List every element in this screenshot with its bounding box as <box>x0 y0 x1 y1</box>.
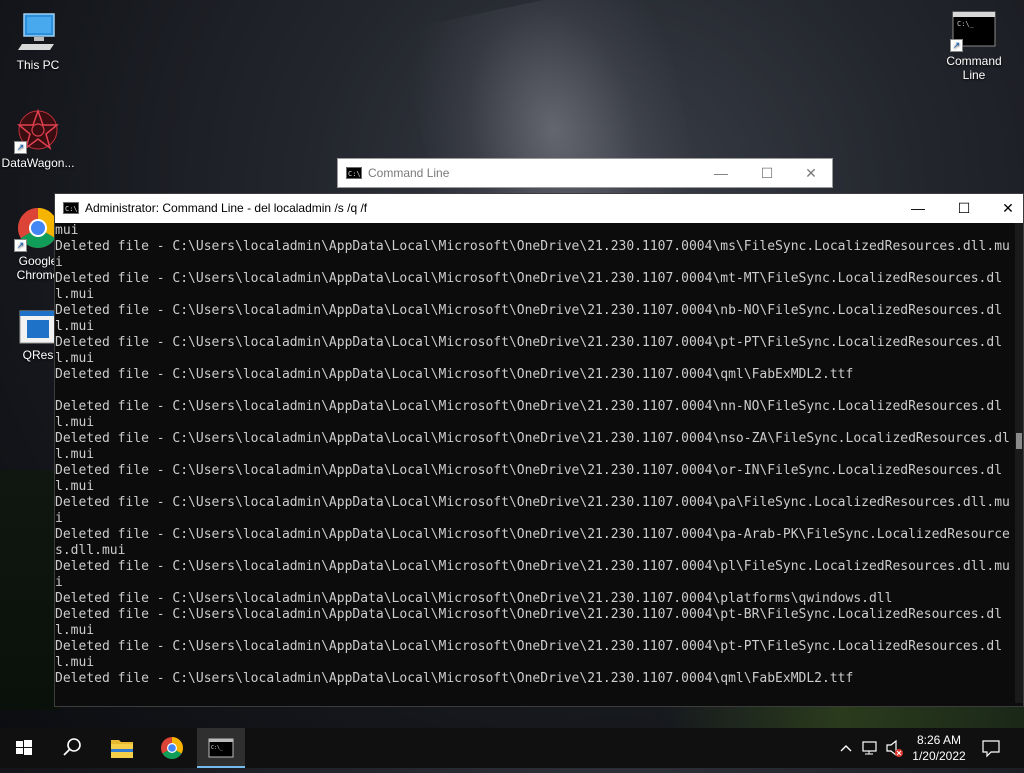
console-line: Deleted file - C:\Users\localadmin\AppDa… <box>55 271 1003 302</box>
console-line: Deleted file - C:\Users\localadmin\AppDa… <box>55 399 1003 430</box>
maximize-button[interactable]: ☐ <box>941 194 987 223</box>
desktop-icon-datawagon[interactable]: ↗ DataWagon... <box>0 108 76 170</box>
console-line: Deleted file - C:\Users\localadmin\AppDa… <box>55 303 1003 334</box>
desktop-icon-label: This PC <box>16 58 60 72</box>
shortcut-arrow-icon: ↗ <box>14 239 27 252</box>
close-button[interactable]: ✕ <box>788 159 834 187</box>
svg-text:C:\_: C:\_ <box>211 745 224 751</box>
minimize-button[interactable]: — <box>895 194 941 223</box>
shortcut-arrow-icon: ↗ <box>14 141 27 154</box>
desktop-icon-label: QRes <box>22 348 54 362</box>
chrome-icon <box>161 737 183 759</box>
network-icon <box>862 741 877 755</box>
wallpaper-hill <box>0 470 60 710</box>
desktop-icon-label: Command Line <box>946 54 1002 82</box>
console-output[interactable]: mui Deleted file - C:\Users\localadmin\Ap… <box>55 223 1017 703</box>
minimize-button[interactable]: — <box>698 159 744 187</box>
console-app-icon: C:\ <box>63 202 79 214</box>
taskbar-file-explorer[interactable] <box>98 728 146 768</box>
clock[interactable]: 8:26 AM 1/20/2022 <box>908 732 970 764</box>
console-line: Deleted file - C:\Users\localadmin\AppDa… <box>55 335 1003 366</box>
console-line: Deleted file - C:\Users\localadmin\AppDa… <box>55 527 1010 558</box>
computer-icon <box>16 10 60 54</box>
window-title: Command Line <box>368 166 450 180</box>
taskbar: C:\_ 8:26 AM 1/20/2022 <box>0 728 1024 768</box>
qres-icon <box>19 310 57 344</box>
console-titlebar[interactable]: C:\ Administrator: Command Line - del lo… <box>55 194 1023 223</box>
console-window[interactable]: C:\ Administrator: Command Line - del lo… <box>54 193 1024 707</box>
datawagon-icon: ↗ <box>14 108 60 154</box>
background-console-window[interactable]: C:\ Command Line — ☐ ✕ <box>337 158 833 188</box>
clock-date: 1/20/2022 <box>912 749 966 763</box>
taskbar-command-line[interactable]: C:\_ <box>197 728 245 768</box>
network-button[interactable] <box>860 728 882 768</box>
console-line: Deleted file - C:\Users\localadmin\AppDa… <box>55 239 1010 270</box>
show-hidden-icons-button[interactable] <box>836 728 856 768</box>
volume-button[interactable] <box>884 728 906 768</box>
command-line-icon: C:\_ <box>208 738 234 758</box>
maximize-button[interactable]: ☐ <box>744 159 790 187</box>
console-line: Deleted file - C:\Users\localadmin\AppDa… <box>55 671 854 686</box>
chevron-up-icon <box>840 745 852 752</box>
volume-muted-icon <box>886 739 903 757</box>
command-line-icon: C:\_ ↗ <box>950 10 996 52</box>
search-button[interactable] <box>48 728 96 768</box>
console-line: Deleted file - C:\Users\localadmin\AppDa… <box>55 591 893 606</box>
clock-time: 8:26 AM <box>916 733 962 747</box>
desktop-icon-label: DataWagon... <box>1 156 75 170</box>
console-line: Deleted file - C:\Users\localadmin\AppDa… <box>55 607 1003 638</box>
desktop-icon-command-line[interactable]: C:\_ ↗ Command Line <box>936 10 1012 82</box>
taskbar-chrome[interactable] <box>148 728 196 768</box>
console-line: Deleted file - C:\Users\localadmin\AppDa… <box>55 639 1003 670</box>
console-line: Deleted file - C:\Users\localadmin\AppDa… <box>55 431 1010 462</box>
desktop-icon-label: Google Chrome <box>16 254 60 282</box>
console-scrollbar[interactable] <box>1015 223 1023 703</box>
svg-text:C:\_: C:\_ <box>957 20 975 28</box>
console-line: Deleted file - C:\Users\localadmin\AppDa… <box>55 463 1003 494</box>
search-icon <box>63 738 81 756</box>
file-explorer-icon <box>111 740 133 758</box>
console-line: Deleted file - C:\Users\localadmin\AppDa… <box>55 495 1010 526</box>
windows-icon <box>16 740 32 755</box>
console-line: mui <box>55 223 79 238</box>
shortcut-arrow-icon: ↗ <box>950 39 963 52</box>
console-line: Deleted file - C:\Users\localadmin\AppDa… <box>55 559 1010 590</box>
console-line: Deleted file - C:\Users\localadmin\AppDa… <box>55 367 854 382</box>
window-title: Administrator: Command Line - del locala… <box>85 201 368 215</box>
console-app-icon: C:\ <box>346 167 362 179</box>
close-button[interactable]: ✕ <box>985 194 1024 223</box>
start-button[interactable] <box>0 728 48 768</box>
notification-icon <box>982 740 1000 758</box>
scrollbar-thumb[interactable] <box>1016 433 1022 449</box>
desktop-icon-this-pc[interactable]: This PC <box>0 10 76 72</box>
action-center-button[interactable] <box>978 728 1004 768</box>
